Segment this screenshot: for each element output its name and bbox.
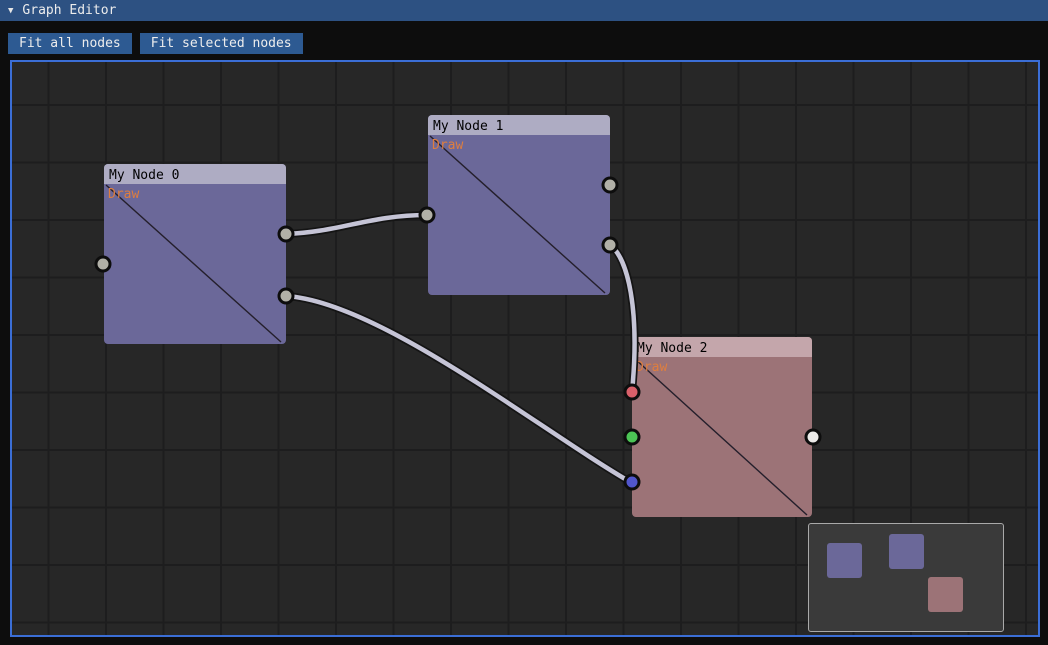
link-curve-outline [286, 296, 632, 483]
node-pin-input[interactable] [96, 257, 110, 271]
fit-all-nodes-button[interactable]: Fit all nodes [8, 33, 132, 54]
window-title: Graph Editor [22, 3, 116, 18]
node-pin-output-1[interactable] [279, 227, 293, 241]
node-title: My Node 0 [109, 168, 179, 183]
node-pin-output[interactable] [806, 430, 820, 444]
minimap[interactable] [808, 523, 1004, 632]
collapsing-header[interactable]: ▼ Graph Editor [0, 0, 1048, 21]
node-pin-input-blue[interactable] [625, 475, 639, 489]
node-pin-input-red[interactable] [625, 385, 639, 399]
node-pin-output-2[interactable] [279, 289, 293, 303]
fit-selected-nodes-button[interactable]: Fit selected nodes [140, 33, 303, 54]
minimap-node [928, 577, 963, 612]
node-editor-canvas[interactable]: My Node 0 Draw My Node 1 Draw My Node 2 Draw [10, 60, 1040, 637]
node-draw-label: Draw [636, 360, 667, 375]
node-draw-label: Draw [432, 138, 463, 153]
node-title: My Node 1 [433, 119, 503, 134]
minimap-node [889, 534, 924, 569]
node-pin-input[interactable] [420, 208, 434, 222]
graph-node[interactable]: My Node 1 Draw [428, 115, 610, 295]
node-title: My Node 2 [637, 341, 707, 356]
node-pin-output-1[interactable] [603, 178, 617, 192]
node-pin-output-2[interactable] [603, 238, 617, 252]
toolbar: Fit all nodes Fit selected nodes [8, 33, 303, 54]
graph-node[interactable]: My Node 0 Draw [104, 164, 286, 344]
minimap-node [827, 543, 862, 578]
graph-node[interactable]: My Node 2 Draw [632, 337, 812, 517]
app-window: ▼ Graph Editor Fit all nodes Fit selecte… [0, 0, 1048, 645]
collapse-arrow-icon[interactable]: ▼ [8, 6, 13, 16]
node-draw-label: Draw [108, 187, 139, 202]
node-pin-input-green[interactable] [625, 430, 639, 444]
link-curve[interactable] [286, 215, 427, 234]
